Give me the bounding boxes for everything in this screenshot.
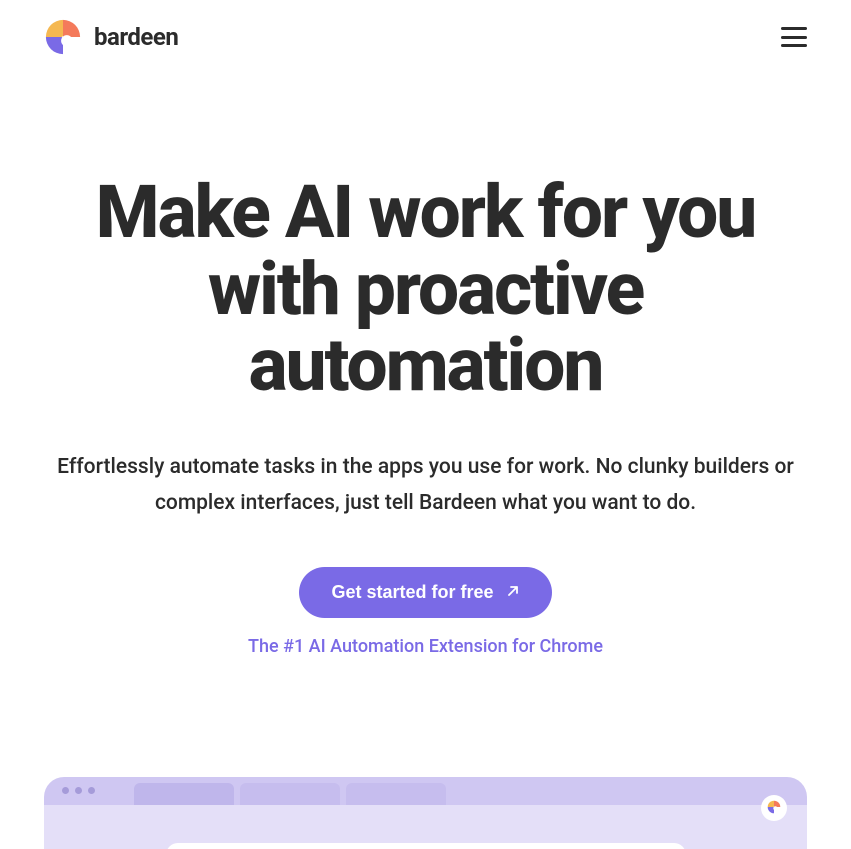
address-bar [166, 843, 686, 849]
hamburger-icon [781, 27, 807, 30]
window-dot-icon [62, 787, 69, 794]
browser-tab [134, 783, 234, 805]
browser-tab [346, 783, 446, 805]
hero-subhead: Effortlessly automate tasks in the apps … [44, 450, 807, 521]
hero-headline: Make AI work for you with proactive auto… [44, 174, 807, 404]
browser-tab [240, 783, 340, 805]
cta-tagline: The #1 AI Automation Extension for Chrom… [248, 636, 603, 657]
brand-logo[interactable]: bardeen [44, 18, 178, 56]
brand-wordmark: bardeen [94, 23, 178, 51]
menu-button[interactable] [781, 27, 807, 47]
arrow-up-right-icon [506, 582, 520, 603]
hero-section: Make AI work for you with proactive auto… [0, 74, 851, 697]
site-header: bardeen [0, 0, 851, 74]
cta-button-label: Get started for free [331, 582, 493, 603]
bardeen-logo-icon [44, 18, 82, 56]
window-dot-icon [88, 787, 95, 794]
get-started-button[interactable]: Get started for free [299, 567, 551, 618]
preview-section [0, 777, 851, 849]
tab-strip [134, 783, 446, 805]
cta-group: Get started for free The #1 AI Automatio… [44, 567, 807, 657]
window-dot-icon [75, 787, 82, 794]
browser-toolbar [44, 805, 807, 849]
browser-preview [44, 777, 807, 849]
bardeen-logo-icon [767, 799, 781, 818]
